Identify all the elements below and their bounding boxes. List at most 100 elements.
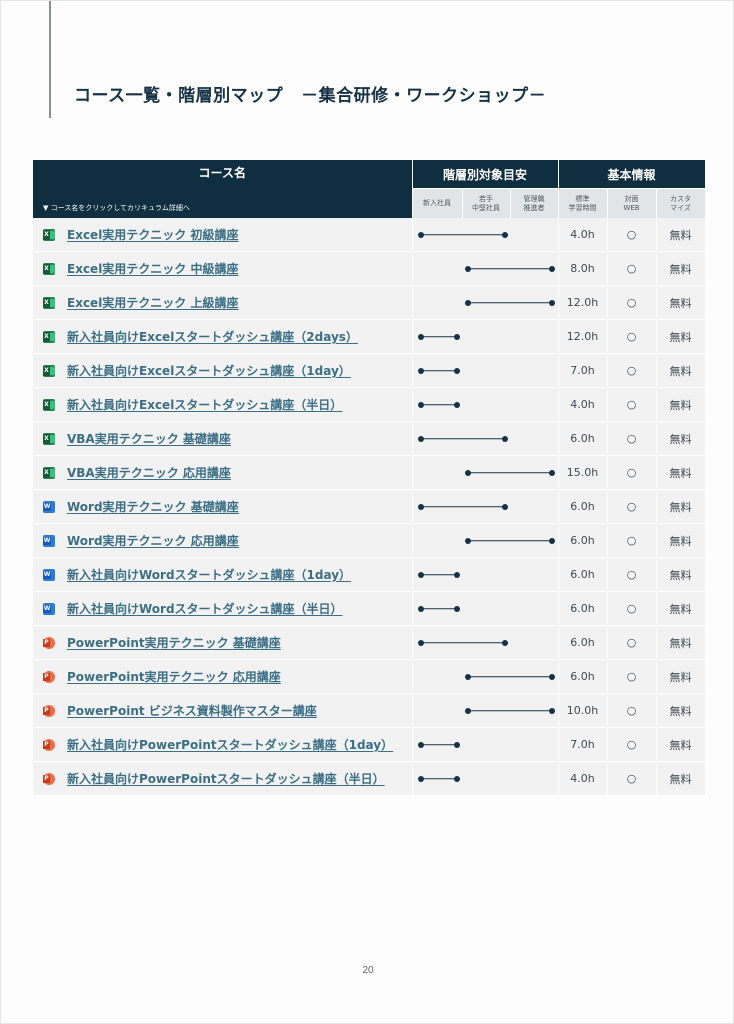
course-name-wrap: 新入社員向けPowerPointスタートダッシュ講座（半日） [33, 762, 412, 795]
course-name-cell: PowerPoint実用テクニック 基礎講座 [33, 625, 413, 660]
format-cell: ○ [607, 591, 657, 626]
course-link[interactable]: Excel実用テクニック 上級講座 [67, 294, 238, 311]
level-range-line [467, 539, 552, 542]
customize-cell: 無料 [656, 625, 706, 660]
course-link[interactable]: VBA実用テクニック 基礎講座 [67, 430, 231, 447]
course-link[interactable]: PowerPoint実用テクニック 基礎講座 [67, 634, 281, 651]
course-link[interactable]: 新入社員向けExcelスタートダッシュ講座（1day） [67, 362, 351, 379]
course-link[interactable]: 新入社員向けPowerPointスタートダッシュ講座（1day） [67, 736, 393, 753]
level-range-start-dot [464, 673, 471, 680]
study-hours-cell: 4.0h [558, 387, 608, 422]
level-range-end-dot [548, 299, 555, 306]
level-range-start-dot [417, 571, 424, 578]
course-row: 新入社員向けExcelスタートダッシュ講座（1day） 7.0h○無料 [33, 353, 706, 388]
level-range-cell [412, 353, 559, 388]
excel-icon [43, 432, 55, 445]
level-range-end-dot [453, 775, 460, 782]
course-link[interactable]: 新入社員向けExcelスタートダッシュ講座（2days） [67, 328, 358, 345]
course-rows: Excel実用テクニック 初級講座4.0h○無料Excel実用テクニック 中級講… [33, 218, 706, 796]
level-range-line [467, 471, 552, 474]
level-range-start-dot [464, 469, 471, 476]
level-range-cell [412, 387, 559, 422]
course-link[interactable]: 新入社員向けWordスタートダッシュ講座（半日） [67, 600, 343, 617]
format-cell: ○ [607, 557, 657, 592]
course-name-cell: Word実用テクニック 基礎講座 [33, 489, 413, 524]
excel-icon [43, 228, 55, 241]
course-row: PowerPoint実用テクニック 応用講座 6.0h○無料 [33, 659, 706, 694]
info-hours-header: 標準 学習時間 [558, 188, 608, 218]
format-cell: ○ [607, 455, 657, 490]
course-name-wrap: PowerPoint実用テクニック 応用講座 [33, 660, 412, 693]
course-link[interactable]: VBA実用テクニック 応用講座 [67, 464, 231, 481]
format-cell: ○ [607, 659, 657, 694]
course-link[interactable]: PowerPoint実用テクニック 応用講座 [67, 668, 281, 685]
level-range-end-dot [453, 605, 460, 612]
level-range-cell [412, 659, 559, 694]
level-range-line [420, 573, 457, 576]
course-link[interactable]: 新入社員向けWordスタートダッシュ講座（1day） [67, 566, 351, 583]
level-range-line [420, 777, 457, 780]
course-name-wrap: Word実用テクニック 応用講座 [33, 524, 412, 557]
course-link[interactable]: 新入社員向けExcelスタートダッシュ講座（半日） [67, 396, 342, 413]
level-range-start-dot [464, 265, 471, 272]
format-cell: ○ [607, 218, 657, 252]
course-name-wrap: 新入社員向けWordスタートダッシュ講座（半日） [33, 592, 412, 625]
level-range-cell [412, 455, 559, 490]
customize-cell: 無料 [656, 693, 706, 728]
course-name-cell: 新入社員向けPowerPointスタートダッシュ講座（1day） [33, 727, 413, 762]
excel-icon [43, 330, 55, 343]
course-link[interactable]: Excel実用テクニック 初級講座 [67, 226, 238, 243]
customize-cell: 無料 [656, 591, 706, 626]
customize-cell: 無料 [656, 218, 706, 252]
course-name-wrap: PowerPoint ビジネス資料製作マスター講座 [33, 694, 412, 727]
level-range-start-dot [417, 367, 424, 374]
excel-icon [43, 398, 55, 411]
study-hours-cell: 7.0h [558, 353, 608, 388]
course-row: Excel実用テクニック 中級講座 8.0h○無料 [33, 251, 706, 286]
excel-icon [43, 364, 55, 377]
level-range-line [420, 233, 505, 236]
level-new-employee-header: 新入社員 [412, 188, 463, 218]
course-link[interactable]: Word実用テクニック 基礎講座 [67, 498, 239, 515]
level-range-line [467, 301, 552, 304]
course-row: VBA実用テクニック 応用講座 15.0h○無料 [33, 455, 706, 490]
course-row: Excel実用テクニック 初級講座 4.0h○無料 [33, 218, 706, 252]
level-range-cell [412, 218, 559, 252]
course-link[interactable]: Word実用テクニック 応用講座 [67, 532, 239, 549]
level-range-start-dot [417, 741, 424, 748]
document-page: コース一覧・階層別マップ －集合研修・ワークショップ－ コース名 ▼ コース名をク… [0, 0, 734, 1024]
info-group-header: 基本情報 [558, 160, 706, 189]
level-range-start-dot [464, 707, 471, 714]
format-cell: ○ [607, 727, 657, 762]
course-row: Word実用テクニック 応用講座 6.0h○無料 [33, 523, 706, 558]
course-link[interactable]: 新入社員向けPowerPointスタートダッシュ講座（半日） [67, 770, 385, 787]
format-cell: ○ [607, 693, 657, 728]
study-hours-cell: 8.0h [558, 251, 608, 286]
course-name-cell: 新入社員向けWordスタートダッシュ講座（半日） [33, 591, 413, 626]
format-cell: ○ [607, 421, 657, 456]
course-link[interactable]: Excel実用テクニック 中級講座 [67, 260, 238, 277]
level-range-line [467, 709, 552, 712]
format-cell: ○ [607, 523, 657, 558]
course-name-cell: Excel実用テクニック 上級講座 [33, 285, 413, 320]
customize-cell: 無料 [656, 319, 706, 354]
excel-icon [43, 262, 55, 275]
level-range-cell [412, 625, 559, 660]
level-range-start-dot [417, 639, 424, 646]
excel-icon [43, 296, 55, 309]
level-range-cell [412, 591, 559, 626]
course-name-cell: VBA実用テクニック 応用講座 [33, 455, 413, 490]
word-icon [43, 534, 55, 547]
course-name-cell: 新入社員向けPowerPointスタートダッシュ講座（半日） [33, 761, 413, 796]
course-name-cell: 新入社員向けExcelスタートダッシュ講座（2days） [33, 319, 413, 354]
powerpoint-icon [43, 704, 55, 717]
level-range-start-dot [417, 401, 424, 408]
study-hours-cell: 4.0h [558, 761, 608, 796]
course-link[interactable]: PowerPoint ビジネス資料製作マスター講座 [67, 702, 317, 719]
powerpoint-icon [43, 772, 55, 785]
course-name-wrap: 新入社員向けWordスタートダッシュ講座（1day） [33, 558, 412, 591]
level-range-start-dot [417, 231, 424, 238]
customize-cell: 無料 [656, 659, 706, 694]
title-rule [49, 1, 51, 118]
level-range-line [420, 743, 457, 746]
